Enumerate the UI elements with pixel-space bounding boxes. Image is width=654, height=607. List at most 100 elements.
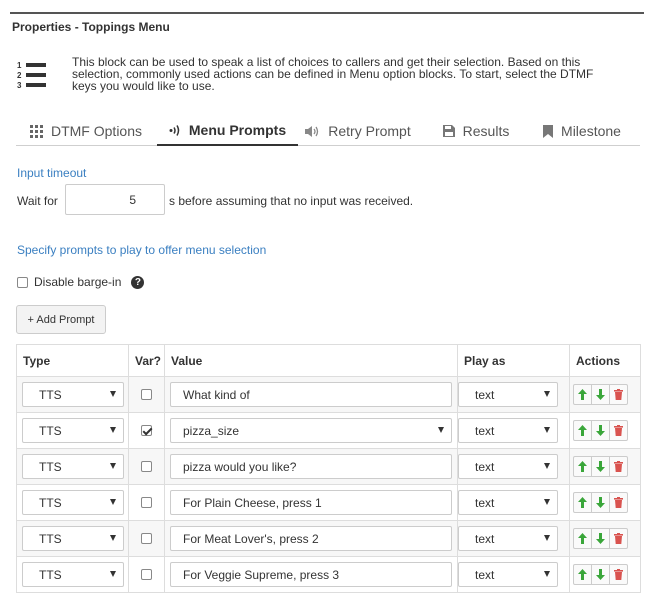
row-actions [573, 492, 640, 513]
svg-text:2: 2 [17, 71, 22, 80]
type-select[interactable]: TTS [22, 490, 124, 515]
var-checkbox[interactable] [141, 389, 152, 400]
arrow-down-icon [596, 425, 605, 436]
value-variable-select[interactable]: pizza_size [170, 418, 452, 443]
row-actions [573, 528, 640, 549]
var-checkbox[interactable] [141, 425, 152, 436]
type-select-value: TTS [39, 387, 62, 402]
tab-label: Menu Prompts [188, 122, 287, 138]
tab-bar: DTMF Options Menu Prompts Retry Prompt R… [16, 116, 640, 146]
trash-icon [614, 533, 623, 544]
delete-button[interactable] [609, 492, 628, 513]
var-checkbox[interactable] [141, 497, 152, 508]
type-select[interactable]: TTS [22, 382, 124, 407]
tab-label: DTMF Options [50, 123, 142, 139]
play-as-select[interactable]: text [458, 490, 558, 515]
type-select[interactable]: TTS [22, 562, 124, 587]
arrow-down-icon [596, 389, 605, 400]
move-up-button[interactable] [573, 384, 592, 405]
move-up-button[interactable] [573, 492, 592, 513]
value-text: For Meat Lover's, press 2 [183, 531, 319, 546]
move-down-button[interactable] [591, 420, 610, 441]
chevron-down-icon [110, 463, 116, 469]
row-actions [573, 384, 640, 405]
type-select[interactable]: TTS [22, 526, 124, 551]
value-input[interactable]: For Meat Lover's, press 2 [170, 526, 452, 551]
move-down-button[interactable] [591, 528, 610, 549]
trash-icon [614, 389, 623, 400]
var-checkbox[interactable] [141, 533, 152, 544]
tab-label: Retry Prompt [328, 123, 411, 139]
move-up-button[interactable] [573, 528, 592, 549]
value-input[interactable]: For Plain Cheese, press 1 [170, 490, 452, 515]
prompts-table: Type Var? Value Play as Actions TTS What… [16, 344, 641, 593]
play-as-value: text [475, 387, 495, 402]
panel-top-border [10, 12, 644, 14]
arrow-down-icon [596, 497, 605, 508]
type-select[interactable]: TTS [22, 454, 124, 479]
play-as-select[interactable]: text [458, 526, 558, 551]
table-row: TTS For Plain Cheese, press 1 text [16, 484, 641, 521]
play-as-value: text [475, 423, 495, 438]
play-as-select[interactable]: text [458, 418, 558, 443]
disable-barge-in-checkbox[interactable] [17, 276, 28, 288]
arrow-up-icon [578, 389, 587, 400]
type-select[interactable]: TTS [22, 418, 124, 443]
play-as-select[interactable]: text [458, 562, 558, 587]
value-text: For Veggie Supreme, press 3 [183, 567, 340, 582]
move-down-button[interactable] [591, 564, 610, 585]
svg-text:1: 1 [17, 61, 22, 70]
delete-button[interactable] [609, 384, 628, 405]
column-header-play-as: Play as [457, 344, 570, 377]
type-select-value: TTS [39, 531, 62, 546]
tab-results[interactable]: Results [428, 116, 524, 146]
save-icon [442, 125, 455, 137]
delete-button[interactable] [609, 528, 628, 549]
tab-retry-prompt[interactable]: Retry Prompt [299, 116, 417, 146]
move-up-button[interactable] [573, 456, 592, 477]
value-input[interactable]: What kind of [170, 382, 452, 407]
arrow-up-icon [578, 425, 587, 436]
value-input[interactable]: pizza would you like? [170, 454, 452, 479]
move-up-button[interactable] [573, 564, 592, 585]
play-as-value: text [475, 567, 495, 582]
disable-barge-in-label[interactable]: Disable barge-in [34, 275, 121, 289]
type-select-value: TTS [39, 495, 62, 510]
type-select-value: TTS [39, 423, 62, 438]
tab-milestone[interactable]: Milestone [532, 116, 632, 146]
column-header-value: Value [164, 344, 458, 377]
barge-in-row: Disable barge-in ? [17, 275, 145, 289]
type-select-value: TTS [39, 459, 62, 474]
value-text: pizza_size [183, 423, 240, 438]
move-down-button[interactable] [591, 456, 610, 477]
value-text: What kind of [183, 387, 250, 402]
tab-menu-prompts[interactable]: Menu Prompts [157, 116, 298, 146]
play-as-select[interactable]: text [458, 382, 558, 407]
tab-dtmf-options[interactable]: DTMF Options [16, 116, 156, 146]
table-row: TTS pizza_size text [16, 412, 641, 449]
delete-button[interactable] [609, 564, 628, 585]
table-row: TTS pizza would you like? text [16, 448, 641, 485]
move-down-button[interactable] [591, 384, 610, 405]
add-prompt-button[interactable]: + Add Prompt [16, 305, 106, 334]
speaker-icon [305, 125, 319, 137]
trash-icon [614, 569, 623, 580]
var-checkbox[interactable] [141, 569, 152, 580]
value-input[interactable]: For Veggie Supreme, press 3 [170, 562, 452, 587]
timeout-seconds-input[interactable] [65, 184, 165, 215]
delete-button[interactable] [609, 420, 628, 441]
chevron-down-icon [110, 535, 116, 541]
chevron-down-icon [110, 427, 116, 433]
trash-icon [614, 461, 623, 472]
var-checkbox[interactable] [141, 461, 152, 472]
tab-label: Milestone [561, 123, 621, 139]
play-as-select[interactable]: text [458, 454, 558, 479]
move-down-button[interactable] [591, 492, 610, 513]
help-icon[interactable]: ? [131, 275, 145, 289]
delete-button[interactable] [609, 456, 628, 477]
arrow-down-icon [596, 533, 605, 544]
move-up-button[interactable] [573, 420, 592, 441]
arrow-down-icon [596, 569, 605, 580]
play-as-value: text [475, 459, 495, 474]
arrow-up-icon [578, 533, 587, 544]
